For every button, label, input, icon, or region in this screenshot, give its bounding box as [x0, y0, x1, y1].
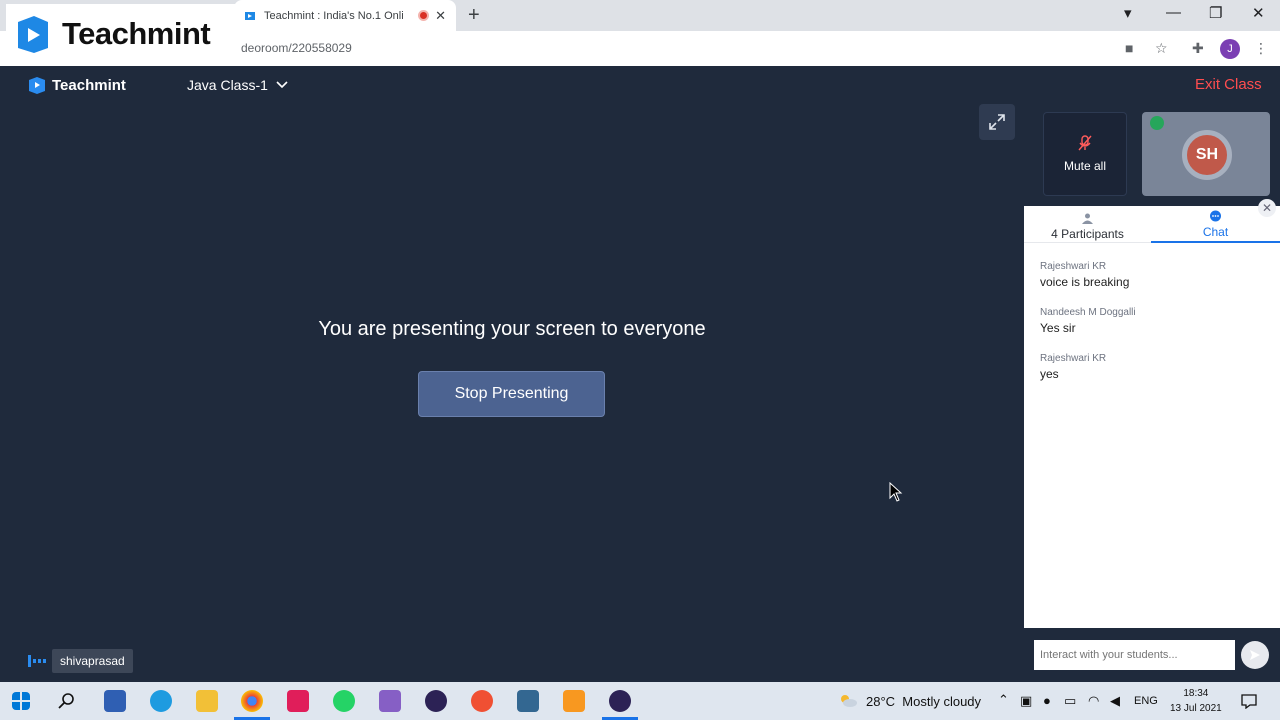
panel-close-icon[interactable]: ✕: [1258, 199, 1276, 217]
store-icon[interactable]: [104, 690, 126, 712]
logo-text: Teachmint: [62, 16, 211, 51]
tab-participants[interactable]: 4 Participants: [1024, 206, 1151, 243]
presenter-name: shivaprasad: [52, 649, 133, 673]
file-explorer-icon[interactable]: [196, 690, 218, 712]
send-button[interactable]: [1241, 641, 1269, 669]
visual-studio-icon[interactable]: [379, 690, 401, 712]
volume-icon[interactable]: ◀: [1110, 693, 1120, 709]
mute-all-button[interactable]: Mute all: [1043, 112, 1127, 196]
postgresql-icon[interactable]: [517, 690, 539, 712]
chrome-icon[interactable]: [241, 690, 263, 712]
chat-message: Rajeshwari KR voice is breaking: [1040, 261, 1129, 289]
exit-class-button[interactable]: Exit Class: [1195, 76, 1262, 93]
app-logo: Teachmint: [28, 76, 126, 94]
tab-search-icon[interactable]: ▾: [1124, 4, 1132, 22]
presenter-label: shivaprasad: [28, 649, 133, 673]
weather-icon: [841, 695, 857, 707]
participants-tab-label: 4 Participants: [1051, 227, 1124, 241]
window-close-icon[interactable]: ✕: [1252, 4, 1265, 22]
browser-menu-icon[interactable]: ⋮: [1254, 40, 1268, 57]
chat-input-area: [1024, 628, 1280, 682]
new-tab-icon[interactable]: +: [468, 4, 480, 27]
teachmint-logo-overlay: Teachmint: [6, 4, 238, 64]
meet-now-icon[interactable]: ▣: [1020, 693, 1032, 709]
clock-time: 18:34: [1183, 688, 1209, 699]
app-logo-icon: [29, 77, 45, 94]
battery-icon[interactable]: ▭: [1064, 693, 1076, 709]
participant-video-tile[interactable]: SH: [1142, 112, 1270, 196]
tab-close-icon[interactable]: ✕: [435, 8, 446, 24]
sublime-icon[interactable]: [563, 690, 585, 712]
weather-text: Mostly cloudy: [902, 694, 982, 709]
teachmint-logo-icon: [18, 16, 48, 53]
send-icon: [1250, 650, 1260, 660]
minimize-icon[interactable]: —: [1166, 4, 1181, 21]
url-text[interactable]: deoroom/220558029: [241, 41, 352, 55]
slack-icon[interactable]: [287, 690, 309, 712]
restore-icon[interactable]: ❐: [1209, 4, 1222, 22]
teachmint-favicon-icon: [245, 11, 255, 20]
chat-input[interactable]: [1034, 640, 1235, 670]
app-header: Teachmint Java Class-1 Exit Class: [0, 66, 1280, 106]
profile-avatar[interactable]: J: [1220, 39, 1240, 59]
participants-icon: [1082, 213, 1093, 224]
stop-presenting-button[interactable]: Stop Presenting: [418, 371, 605, 417]
browser-tab-title: Teachmint : India's No.1 Onli: [264, 9, 404, 22]
edge-icon[interactable]: [150, 690, 172, 712]
tray-expand-icon[interactable]: ⌃: [998, 692, 1009, 708]
system-clock[interactable]: 18:34 13 Jul 2021: [1170, 686, 1222, 716]
clock-date: 13 Jul 2021: [1170, 703, 1222, 714]
chat-message: Nandeesh M Doggalli Yes sir: [1040, 307, 1136, 335]
panel-tabs: 4 Participants Chat: [1024, 206, 1280, 243]
message-sender: Rajeshwari KR: [1040, 261, 1107, 272]
camera-icon[interactable]: ■: [1125, 40, 1133, 56]
message-sender: Nandeesh M Doggalli: [1040, 307, 1136, 318]
chevron-down-icon: [276, 81, 288, 89]
mic-active-icon: [1150, 116, 1164, 130]
side-panel: 4 Participants Chat Rajeshwari KR voice …: [1024, 206, 1280, 632]
eclipse-icon[interactable]: [425, 690, 447, 712]
participant-avatar: SH: [1182, 130, 1232, 180]
chat-message: Rajeshwari KR yes: [1040, 353, 1106, 381]
chat-tab-label: Chat: [1202, 225, 1229, 239]
mute-all-label: Mute all: [1063, 159, 1107, 173]
mouse-cursor-icon: [889, 482, 903, 502]
app-logo-text: Teachmint: [52, 76, 126, 94]
class-name: Java Class-1: [187, 77, 268, 93]
windows-start-icon[interactable]: [12, 692, 30, 710]
message-text: Yes sir: [1040, 321, 1076, 335]
recording-icon: [418, 10, 430, 21]
microphone-icon[interactable]: ●: [1043, 693, 1051, 708]
weather-widget[interactable]: 28°C Mostly cloudy: [866, 694, 981, 709]
fullscreen-button[interactable]: [979, 104, 1015, 140]
audio-level-icon: [28, 655, 46, 667]
extensions-icon[interactable]: ✚: [1192, 40, 1204, 57]
search-icon[interactable]: [58, 692, 76, 710]
notifications-icon[interactable]: [1241, 693, 1257, 709]
bookmark-star-icon[interactable]: ☆: [1155, 40, 1168, 57]
participants-count: 4: [1051, 227, 1058, 241]
whatsapp-icon[interactable]: [333, 690, 355, 712]
eclipse-ide-icon[interactable]: [609, 690, 631, 712]
chat-icon: [1210, 210, 1221, 222]
message-sender: Rajeshwari KR: [1040, 353, 1107, 364]
git-icon[interactable]: [471, 690, 493, 712]
presenting-message: You are presenting your screen to everyo…: [318, 318, 706, 340]
message-text: voice is breaking: [1040, 275, 1130, 289]
browser-tab[interactable]: Teachmint : India's No.1 Onli ✕: [234, 0, 456, 31]
mic-muted-icon: [1078, 135, 1092, 151]
temperature: 28°C: [866, 694, 896, 709]
language-indicator[interactable]: ENG: [1134, 695, 1158, 707]
participants-word: Participants: [1061, 227, 1124, 241]
expand-icon: [989, 114, 1005, 130]
taskbar: 28°C Mostly cloudy ⌃ ▣ ● ▭ ◠ ◀ ENG 18:34…: [0, 682, 1280, 720]
message-text: yes: [1040, 367, 1059, 381]
class-selector[interactable]: Java Class-1: [187, 77, 288, 93]
wifi-icon[interactable]: ◠: [1088, 693, 1099, 709]
